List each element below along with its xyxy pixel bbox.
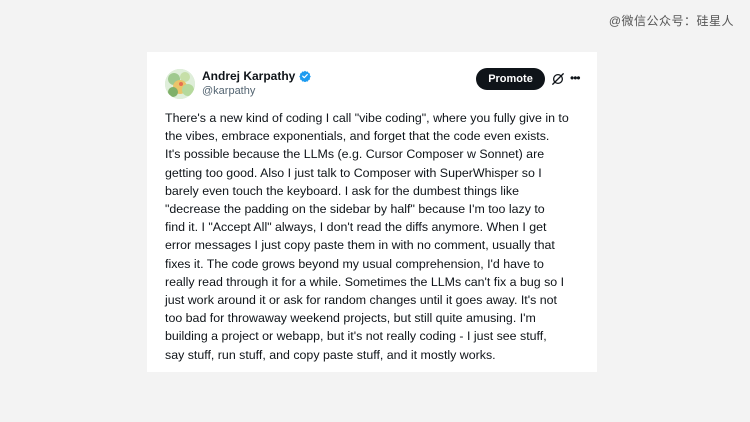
tweet-line: the vibes, embrace exponentials, and for… [165, 129, 550, 144]
author-name[interactable]: Andrej Karpathy [202, 69, 295, 83]
tweet-text: There's a new kind of coding I call "vib… [165, 109, 597, 364]
author-handle[interactable]: @karpathy [202, 85, 255, 97]
tweet-line: "decrease the padding on the sidebar by … [165, 202, 545, 217]
tweet-line: barely even touch the keyboard. I ask fo… [165, 183, 520, 198]
avatar-image [165, 69, 195, 99]
author-name-row: Andrej Karpathy [202, 69, 312, 83]
tweet-line: building a project or webapp, but it's n… [165, 329, 547, 344]
tweet-line: fixes it. The code grows beyond my usual… [165, 256, 544, 271]
grok-icon[interactable] [551, 72, 565, 86]
tweet-line: It's possible because the LLMs (e.g. Cur… [165, 147, 545, 162]
tweet-line: getting too good. Also I just talk to Co… [165, 165, 542, 180]
tweet-line: error messages I just copy paste them in… [165, 238, 555, 253]
tweet-card: Andrej Karpathy @karpathy Promote ••• Th… [147, 52, 597, 372]
tweet-line: say stuff, run stuff, and copy paste stu… [165, 347, 496, 362]
watermark: @微信公众号：硅星人 [608, 14, 734, 28]
tweet-line: really read through it for a while. Some… [165, 274, 565, 289]
tweet-line: just work around it or ask for random ch… [165, 293, 557, 308]
tweet-line: find it. I "Accept All" always, I don't … [165, 220, 547, 235]
tweet-line: too bad for throwaway weekend projects, … [165, 311, 536, 326]
screenshot-frame: @微信公众号：硅星人 Andrej Karpathy @karpathy Pro… [0, 0, 750, 422]
verified-badge-icon [299, 70, 312, 82]
avatar[interactable] [165, 69, 195, 99]
promote-button[interactable]: Promote [476, 68, 545, 90]
tweet-line: There's a new kind of coding I call "vib… [165, 111, 569, 125]
more-icon[interactable]: ••• [570, 71, 584, 85]
